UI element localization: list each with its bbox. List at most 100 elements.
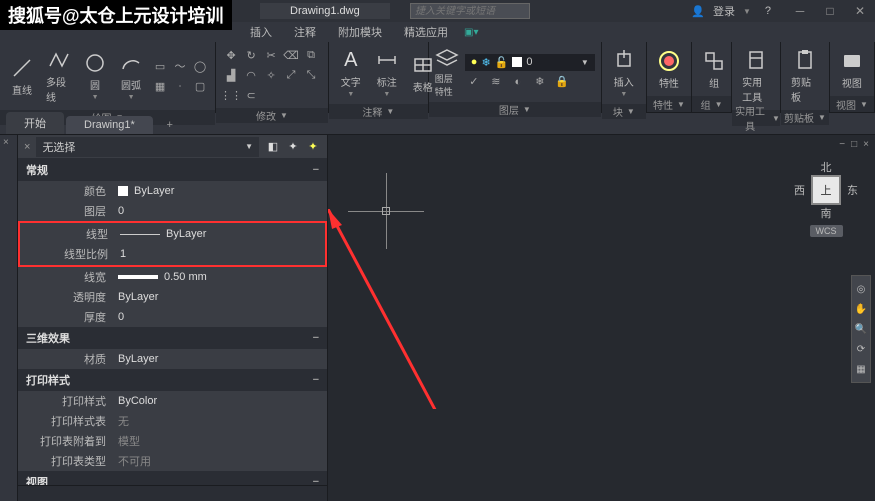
spline-icon[interactable]: ～	[171, 57, 189, 75]
help-icon[interactable]: ?	[765, 5, 771, 17]
layer-freeze-icon[interactable]: ❄	[531, 73, 549, 91]
props-selection-combo[interactable]: 无选择 ▼	[36, 137, 259, 157]
props-lineweight-value[interactable]: 0.50 mm	[118, 269, 327, 285]
layer-iso-icon[interactable]: ◐	[509, 73, 527, 91]
ribbon-tab-featured[interactable]: 精选应用	[394, 22, 458, 42]
ribbon-tab-annotate[interactable]: 注释	[284, 22, 326, 42]
layer-properties-button[interactable]: 图层特性	[435, 46, 459, 98]
insert-button[interactable]: 插入▼	[608, 46, 640, 100]
viewcube[interactable]: 北 西 上 东 南 WCS	[791, 159, 861, 249]
rotate-icon[interactable]: ↻	[242, 46, 260, 64]
ribbon-tab-insert[interactable]: 插入	[240, 22, 282, 42]
stretch-icon[interactable]: ⤢	[282, 66, 300, 84]
props-section-general[interactable]: 常规−	[18, 159, 327, 181]
point-icon[interactable]: ∙	[171, 77, 189, 95]
drawing-canvas[interactable]: − □ × 北 西 上 东 南 WCS ◎ ✋ 🔍 ⟳ ▦	[328, 135, 875, 501]
offset-icon[interactable]: ⊂	[242, 86, 260, 104]
file-tab-add-button[interactable]: +	[161, 116, 179, 134]
props-filter-icon[interactable]: ✦	[305, 139, 321, 155]
nav-wheel-icon[interactable]: ◎	[854, 282, 868, 296]
array-icon[interactable]: ⋮⋮	[222, 86, 240, 104]
calculator-icon	[744, 48, 768, 72]
dock-close-icon[interactable]: ×	[3, 137, 9, 148]
fillet-icon[interactable]: ◠	[242, 66, 260, 84]
props-transparency-value[interactable]: ByLayer	[118, 289, 327, 305]
props-section-view[interactable]: 视图−	[18, 471, 327, 485]
props-material-value[interactable]: ByLayer	[118, 351, 327, 367]
group-button[interactable]: 组	[698, 47, 730, 92]
viewcube-top-face[interactable]: 上	[811, 175, 841, 205]
dimension-button[interactable]: 标注▼	[371, 46, 403, 100]
erase-icon[interactable]: ⌫	[282, 46, 300, 64]
layer-lock-icon[interactable]: 🔒	[553, 73, 571, 91]
clipboard-button[interactable]: 剪贴板	[787, 46, 823, 106]
props-pick-icon[interactable]: ◧	[265, 139, 281, 155]
minimize-button[interactable]: ─	[785, 0, 815, 22]
file-tab-drawing[interactable]: Drawing1*	[66, 116, 153, 134]
layer-make-current-icon[interactable]: ✓	[465, 73, 483, 91]
watermark-label: 搜狐号@太仓上元设计培训	[0, 0, 232, 30]
viewcube-west[interactable]: 西	[794, 182, 805, 198]
props-ltscale-value[interactable]: 1	[120, 246, 325, 262]
circle-button[interactable]: 圆▼	[79, 49, 111, 103]
arc-button[interactable]: 圆弧▼	[115, 49, 147, 103]
props-thickness-value[interactable]: 0	[118, 309, 327, 325]
explode-icon[interactable]: ✧	[262, 66, 280, 84]
viewcube-east[interactable]: 东	[847, 182, 858, 198]
props-linetype-value[interactable]: ByLayer	[120, 226, 325, 242]
left-dock-strip[interactable]: ×	[0, 135, 18, 501]
trim-icon[interactable]: ✂	[262, 46, 280, 64]
nav-pan-icon[interactable]: ✋	[854, 302, 868, 316]
props-close-icon[interactable]: ×	[24, 141, 30, 153]
navigation-bar: ◎ ✋ 🔍 ⟳ ▦	[851, 275, 871, 383]
user-icon[interactable]: 👤	[691, 5, 705, 18]
nav-zoom-icon[interactable]: 🔍	[854, 322, 868, 336]
region-icon[interactable]: ▢	[191, 77, 209, 95]
properties-button[interactable]: 特性	[653, 47, 685, 92]
login-dropdown-icon[interactable]: ▼	[743, 7, 751, 16]
ellipse-icon[interactable]: ◯	[191, 57, 209, 75]
mirror-icon[interactable]: ▟	[222, 66, 240, 84]
viewcube-north[interactable]: 北	[821, 159, 832, 175]
scale-icon[interactable]: ⤡	[302, 66, 320, 84]
viewport-close-icon[interactable]: ×	[863, 139, 869, 150]
view-button[interactable]: 视图	[836, 47, 868, 92]
props-plottable-value[interactable]: 无	[118, 413, 327, 429]
layer-combo[interactable]: ● ❄ 🔓 0 ▼	[465, 54, 595, 71]
move-icon[interactable]: ✥	[222, 46, 240, 64]
viewcube-wcs-label[interactable]: WCS	[810, 225, 843, 237]
login-link[interactable]: 登录	[713, 3, 735, 19]
props-plottype-value[interactable]: 不可用	[118, 453, 327, 469]
ribbon-tab-expand-icon[interactable]: ▣▾	[464, 27, 478, 38]
props-section-plot[interactable]: 打印样式−	[18, 369, 327, 391]
search-input[interactable]	[410, 3, 530, 19]
props-quick-icon[interactable]: ✦	[285, 139, 301, 155]
props-thickness-label: 厚度	[18, 309, 118, 325]
props-plotstyle-value[interactable]: ByColor	[118, 393, 327, 409]
props-layer-value[interactable]: 0	[118, 203, 327, 219]
close-button[interactable]: ✕	[845, 0, 875, 22]
panel-annotate-label: 注释	[362, 104, 382, 119]
line-button[interactable]: 直线	[6, 54, 38, 99]
nav-orbit-icon[interactable]: ⟳	[854, 342, 868, 356]
file-tab-start[interactable]: 开始	[6, 112, 64, 134]
ribbon-tab-addons[interactable]: 附加模块	[328, 22, 392, 42]
lock-icon: 🔓	[495, 56, 509, 69]
utilities-button[interactable]: 实用工具	[738, 46, 774, 106]
copy-icon[interactable]: ⧉	[302, 46, 320, 64]
viewport-minimize-icon[interactable]: −	[839, 139, 845, 150]
props-plotattach-value[interactable]: 模型	[118, 433, 327, 449]
text-button[interactable]: A 文字▼	[335, 46, 367, 100]
maximize-button[interactable]: □	[815, 0, 845, 22]
viewcube-south[interactable]: 南	[821, 205, 832, 221]
layer-match-icon[interactable]: ≋	[487, 73, 505, 91]
rect-icon[interactable]: ▭	[151, 57, 169, 75]
nav-showmotion-icon[interactable]: ▦	[854, 362, 868, 376]
viewport-restore-icon[interactable]: □	[851, 139, 857, 150]
hatch-icon[interactable]: ▦	[151, 77, 169, 95]
props-transparency-label: 透明度	[18, 289, 118, 305]
dimension-icon	[375, 48, 399, 72]
props-color-value[interactable]: ByLayer	[118, 183, 327, 199]
props-section-3d[interactable]: 三维效果−	[18, 327, 327, 349]
polyline-button[interactable]: 多段线	[42, 46, 75, 106]
